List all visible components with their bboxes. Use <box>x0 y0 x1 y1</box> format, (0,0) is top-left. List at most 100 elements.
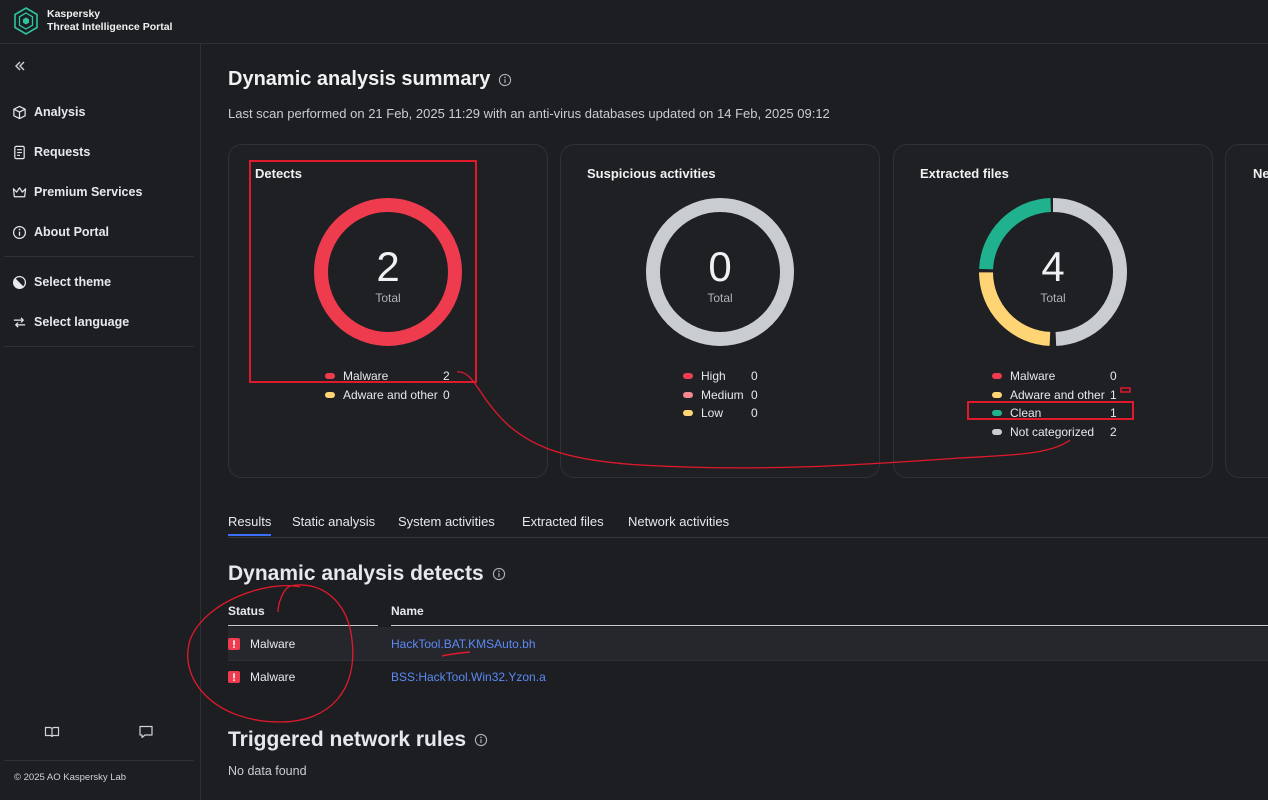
extracted-files-card: Extracted files 4 Total Malware 0 Adware… <box>893 144 1213 478</box>
detects-legend: Malware 2 Adware and other 0 <box>325 367 455 404</box>
network-card-partial: Ne <box>1225 144 1268 478</box>
sidebar-divider <box>4 346 194 347</box>
legend-item: Adware and other 0 <box>325 386 455 405</box>
sidebar-nav: Analysis Requests Premium Services About… <box>0 92 196 252</box>
legend-value: 2 <box>1110 424 1117 439</box>
detect-name-link[interactable]: HackTool.BAT.KMSAuto.bh <box>391 637 536 651</box>
legend-swatch <box>992 428 1002 435</box>
legend-label: Adware and other <box>343 387 438 402</box>
status-cell: Malware <box>228 670 295 684</box>
sidebar-item-analysis[interactable]: Analysis <box>0 92 196 132</box>
crown-icon <box>12 186 27 197</box>
status-text: Malware <box>250 670 296 684</box>
info-icon[interactable] <box>498 73 512 87</box>
sidebar-divider <box>4 760 194 761</box>
donut-total-label: Total <box>375 291 401 305</box>
scan-info-text: Last scan performed on 21 Feb, 2025 11:2… <box>228 106 830 121</box>
network-rules-section-title: Triggered network rules <box>228 728 488 752</box>
collapse-sidebar-icon[interactable] <box>12 58 28 74</box>
table-row[interactable]: Malware BSS:HackTool.Win32.Yzon.a <box>228 660 1268 693</box>
brand-name: Kaspersky Threat Intelligence Portal <box>47 8 172 34</box>
sidebar-item-label: Select language <box>34 315 130 329</box>
legend-value: 1 <box>1110 406 1117 421</box>
status-cell: Malware <box>228 637 295 651</box>
sidebar-item-requests[interactable]: Requests <box>0 132 196 172</box>
sidebar-divider <box>4 256 194 257</box>
top-header: Kaspersky Threat Intelligence Portal <box>0 0 1268 44</box>
legend-swatch <box>683 373 693 380</box>
tab-system-activities[interactable]: System activities <box>398 514 495 529</box>
legend-swatch <box>325 391 335 398</box>
legend-value: 0 <box>443 387 450 402</box>
sidebar-settings: Select theme Select language <box>0 262 196 342</box>
sidebar-item-about-portal[interactable]: About Portal <box>0 212 196 252</box>
theme-icon <box>12 275 27 289</box>
legend-item: Clean 1 <box>992 404 1117 423</box>
donut-total-label: Total <box>707 291 733 305</box>
sidebar-item-select-theme[interactable]: Select theme <box>0 262 196 302</box>
legend-swatch <box>992 391 1002 398</box>
extracted-files-legend: Malware 0 Adware and other 1 Clean 1 Not… <box>992 367 1117 441</box>
detects-section-title: Dynamic analysis detects <box>228 562 506 586</box>
copyright: © 2025 AO Kaspersky Lab <box>14 772 127 783</box>
legend-item: Not categorized 2 <box>992 423 1117 442</box>
kaspersky-logo-icon <box>14 7 38 35</box>
sidebar-item-label: Premium Services <box>34 185 143 199</box>
sidebar-item-premium-services[interactable]: Premium Services <box>0 172 196 212</box>
main-content: Dynamic analysis summary Last scan perfo… <box>228 44 1268 800</box>
section-title-text: Triggered network rules <box>228 728 467 751</box>
legend-label: Malware <box>1010 369 1056 384</box>
legend-swatch <box>992 373 1002 380</box>
chat-icon[interactable] <box>138 724 154 740</box>
brand-logo-link[interactable]: Kaspersky Threat Intelligence Portal <box>12 7 172 35</box>
legend-label: Not categorized <box>1010 424 1095 439</box>
card-title: Ne <box>1253 166 1268 181</box>
donut-total: 0 <box>708 243 732 290</box>
legend-value: 0 <box>1110 369 1117 384</box>
table-row[interactable]: Malware HackTool.BAT.KMSAuto.bh <box>228 627 1268 660</box>
legend-value: 2 <box>443 369 450 384</box>
page-title: Dynamic analysis summary <box>228 68 512 91</box>
section-title-text: Dynamic analysis detects <box>228 562 484 585</box>
legend-label: High <box>701 369 726 384</box>
tab-network-activities[interactable]: Network activities <box>628 514 729 529</box>
legend-label: Malware <box>343 369 389 384</box>
legend-swatch <box>683 410 693 417</box>
cube-icon <box>13 105 26 119</box>
tab-extracted-files[interactable]: Extracted files <box>522 514 604 529</box>
donut-total: 4 <box>1041 243 1065 290</box>
no-data-text: No data found <box>228 764 307 778</box>
brand-line1: Kaspersky <box>47 8 101 20</box>
column-header-name[interactable]: Name <box>391 604 1268 626</box>
column-header-status[interactable]: Status <box>228 604 378 626</box>
legend-label: Low <box>701 406 724 421</box>
tab-results[interactable]: Results <box>228 514 272 536</box>
legend-swatch <box>992 410 1002 417</box>
info-icon[interactable] <box>474 733 488 747</box>
donut-total-label: Total <box>1040 291 1066 305</box>
legend-value: 0 <box>751 406 758 421</box>
legend-item: Low 0 <box>683 404 763 423</box>
language-icon <box>13 316 26 328</box>
suspicious-activities-card: Suspicious activities 0 Total High 0 Med… <box>560 144 880 478</box>
legend-label: Clean <box>1010 406 1042 421</box>
sidebar-item-select-language[interactable]: Select language <box>0 302 196 342</box>
legend-swatch <box>683 391 693 398</box>
book-icon[interactable] <box>44 724 60 740</box>
tab-static-analysis[interactable]: Static analysis <box>292 514 375 529</box>
donut-total: 2 <box>376 243 400 290</box>
legend-label: Medium <box>701 387 744 402</box>
detects-card: Detects 2 Total Malware 2 Adware and oth… <box>228 144 548 478</box>
sidebar-item-label: Select theme <box>34 275 112 289</box>
suspicious-legend: High 0 Medium 0 Low 0 <box>683 367 763 423</box>
result-tabs: Results Static analysis System activitie… <box>228 514 1268 538</box>
sidebar-item-label: Requests <box>34 145 91 159</box>
legend-item: Adware and other 1 <box>992 386 1117 405</box>
brand-line2: Threat Intelligence Portal <box>47 21 173 33</box>
sidebar: Analysis Requests Premium Services About… <box>0 44 201 800</box>
alert-icon <box>228 671 240 683</box>
info-icon[interactable] <box>492 567 506 581</box>
detect-name-link[interactable]: BSS:HackTool.Win32.Yzon.a <box>391 670 546 684</box>
document-icon <box>14 145 25 159</box>
legend-item: Malware 2 <box>325 367 455 386</box>
